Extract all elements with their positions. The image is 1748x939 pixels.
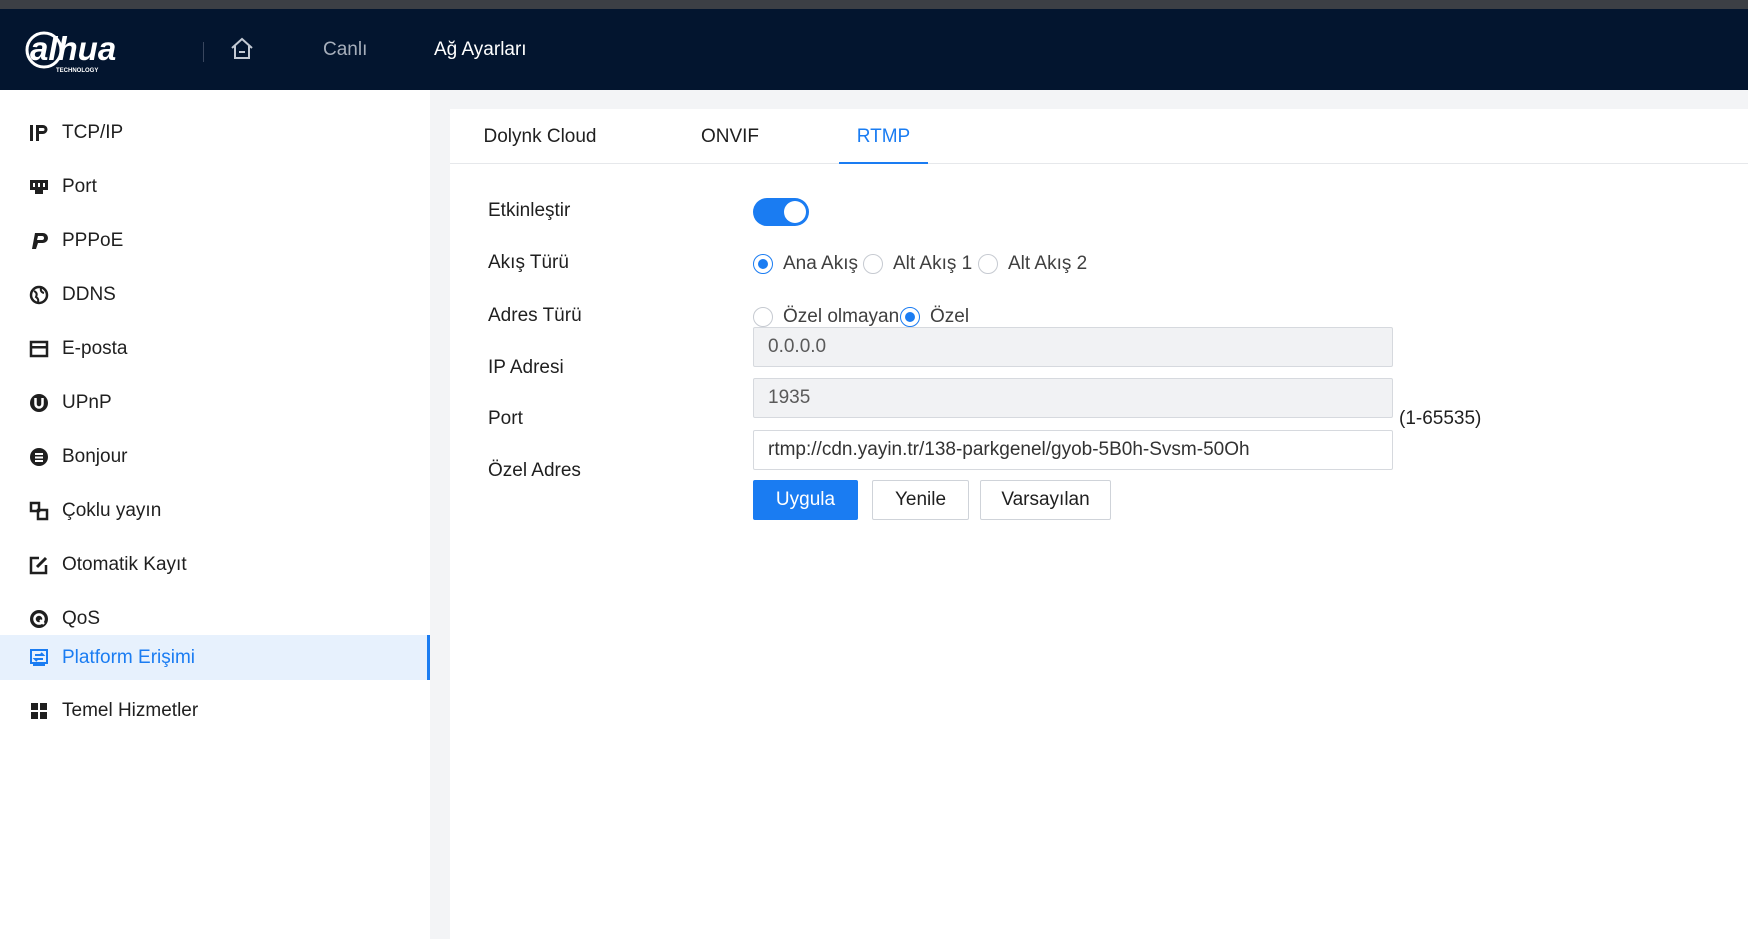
- sidebar-item-multicast[interactable]: Çoklu yayın: [0, 486, 430, 536]
- enable-label: Etkinleştir: [488, 200, 571, 221]
- radio-dot: [900, 307, 920, 327]
- port-icon: [30, 180, 48, 194]
- brand-logo[interactable]: alhua TECHNOLOGY: [24, 26, 164, 74]
- sidebar-item-label: DDNS: [62, 284, 116, 305]
- radio-non-custom[interactable]: Özel olmayan: [753, 305, 899, 329]
- stream-type-label: Akış Türü: [488, 252, 569, 273]
- multicast-icon: [29, 501, 49, 521]
- sidebar-item-port[interactable]: Port: [0, 162, 430, 212]
- sidebar-item-label: Temel Hizmetler: [62, 700, 199, 721]
- tab-dolynk-cloud[interactable]: Dolynk Cloud: [470, 109, 610, 164]
- nav-network-settings[interactable]: Ağ Ayarları: [434, 9, 527, 90]
- radio-label: Alt Akış 1: [893, 253, 973, 274]
- radio-dot: [978, 254, 998, 274]
- enable-toggle[interactable]: [753, 198, 809, 226]
- home-icon[interactable]: [229, 36, 255, 62]
- radio-label: Özel: [930, 306, 970, 327]
- radio-dot: [753, 254, 773, 274]
- ip-icon: [30, 125, 48, 141]
- tab-bar: Dolynk Cloud ONVIF RTMP: [450, 109, 1748, 164]
- sidebar-item-tcpip[interactable]: TCP/IP: [0, 108, 430, 158]
- sidebar-item-email[interactable]: E-posta: [0, 324, 430, 374]
- radio-label: Özel olmayan: [783, 306, 900, 327]
- radio-main-stream[interactable]: Ana Akış: [753, 252, 858, 276]
- sidebar-item-bonjour[interactable]: Bonjour: [0, 432, 430, 482]
- brand-tagline: TECHNOLOGY: [56, 68, 98, 74]
- radio-dot: [863, 254, 883, 274]
- upnp-icon: [30, 394, 48, 412]
- ip-address-label: IP Adresi: [488, 357, 564, 378]
- port-field[interactable]: 1935: [753, 378, 1393, 418]
- radio-custom[interactable]: Özel: [900, 305, 970, 329]
- sidebar-item-label: PPPoE: [62, 230, 124, 251]
- top-navigation-bar: alhua TECHNOLOGY Canlı Ağ Ayarları: [0, 9, 1748, 90]
- grid-icon: [31, 703, 47, 719]
- default-button[interactable]: Varsayılan: [980, 480, 1111, 520]
- sidebar-item-label: E-posta: [62, 338, 128, 359]
- bonjour-icon: [30, 448, 48, 466]
- sidebar-item-platform-access[interactable]: Platform Erişimi: [0, 635, 430, 680]
- radio-label: Ana Akış: [783, 253, 858, 274]
- custom-address-field[interactable]: rtmp://cdn.yayin.tr/138-parkgenel/gyob-5…: [753, 430, 1393, 470]
- sidebar-item-upnp[interactable]: UPnP: [0, 378, 430, 428]
- mail-icon: [29, 340, 49, 358]
- nav-live[interactable]: Canlı: [323, 9, 367, 90]
- apply-button[interactable]: Uygula: [753, 480, 858, 520]
- header-divider: [203, 42, 204, 62]
- sidebar-item-label: Otomatik Kayıt: [62, 554, 187, 575]
- auto-register-icon: [29, 556, 48, 575]
- sidebar-item-label: Platform Erişimi: [62, 647, 196, 668]
- radio-sub-stream-2[interactable]: Alt Akış 2: [978, 252, 1087, 276]
- sidebar-item-label: Port: [62, 176, 97, 197]
- brand-wordmark: alhua: [30, 30, 116, 67]
- pppoe-icon: [32, 233, 48, 249]
- platform-access-icon: [30, 649, 48, 666]
- window-top-strip: [0, 0, 1748, 9]
- sidebar-item-label: Bonjour: [62, 446, 128, 467]
- port-range-hint: (1-65535): [1399, 408, 1482, 429]
- refresh-button[interactable]: Yenile: [872, 480, 969, 520]
- radio-label: Alt Akış 2: [1008, 253, 1088, 274]
- sidebar-item-ddns[interactable]: DDNS: [0, 270, 430, 320]
- sidebar-item-pppoe[interactable]: PPPoE: [0, 216, 430, 266]
- address-type-label: Adres Türü: [488, 305, 582, 326]
- sidebar-item-label: Çoklu yayın: [62, 500, 162, 521]
- custom-address-label: Özel Adres: [488, 460, 581, 481]
- tab-onvif[interactable]: ONVIF: [690, 109, 770, 164]
- toggle-knob: [784, 201, 806, 223]
- port-label: Port: [488, 408, 523, 429]
- sidebar-item-label: TCP/IP: [62, 122, 124, 143]
- sidebar-item-auto-register[interactable]: Otomatik Kayıt: [0, 540, 430, 590]
- main-panel: Dolynk Cloud ONVIF RTMP Etkinleştir Akış…: [450, 109, 1748, 939]
- sidebar-item-label: UPnP: [62, 392, 112, 413]
- sidebar: TCP/IP Port PPPoE DDNS E-posta UPnP Bonj…: [0, 90, 430, 939]
- sidebar-item-basic-services[interactable]: Temel Hizmetler: [0, 686, 430, 736]
- qos-icon: [30, 610, 48, 628]
- globe-icon: [29, 285, 49, 305]
- tab-rtmp[interactable]: RTMP: [839, 109, 928, 164]
- radio-dot: [753, 307, 773, 327]
- radio-sub-stream-1[interactable]: Alt Akış 1: [863, 252, 972, 276]
- ip-address-field[interactable]: 0.0.0.0: [753, 327, 1393, 367]
